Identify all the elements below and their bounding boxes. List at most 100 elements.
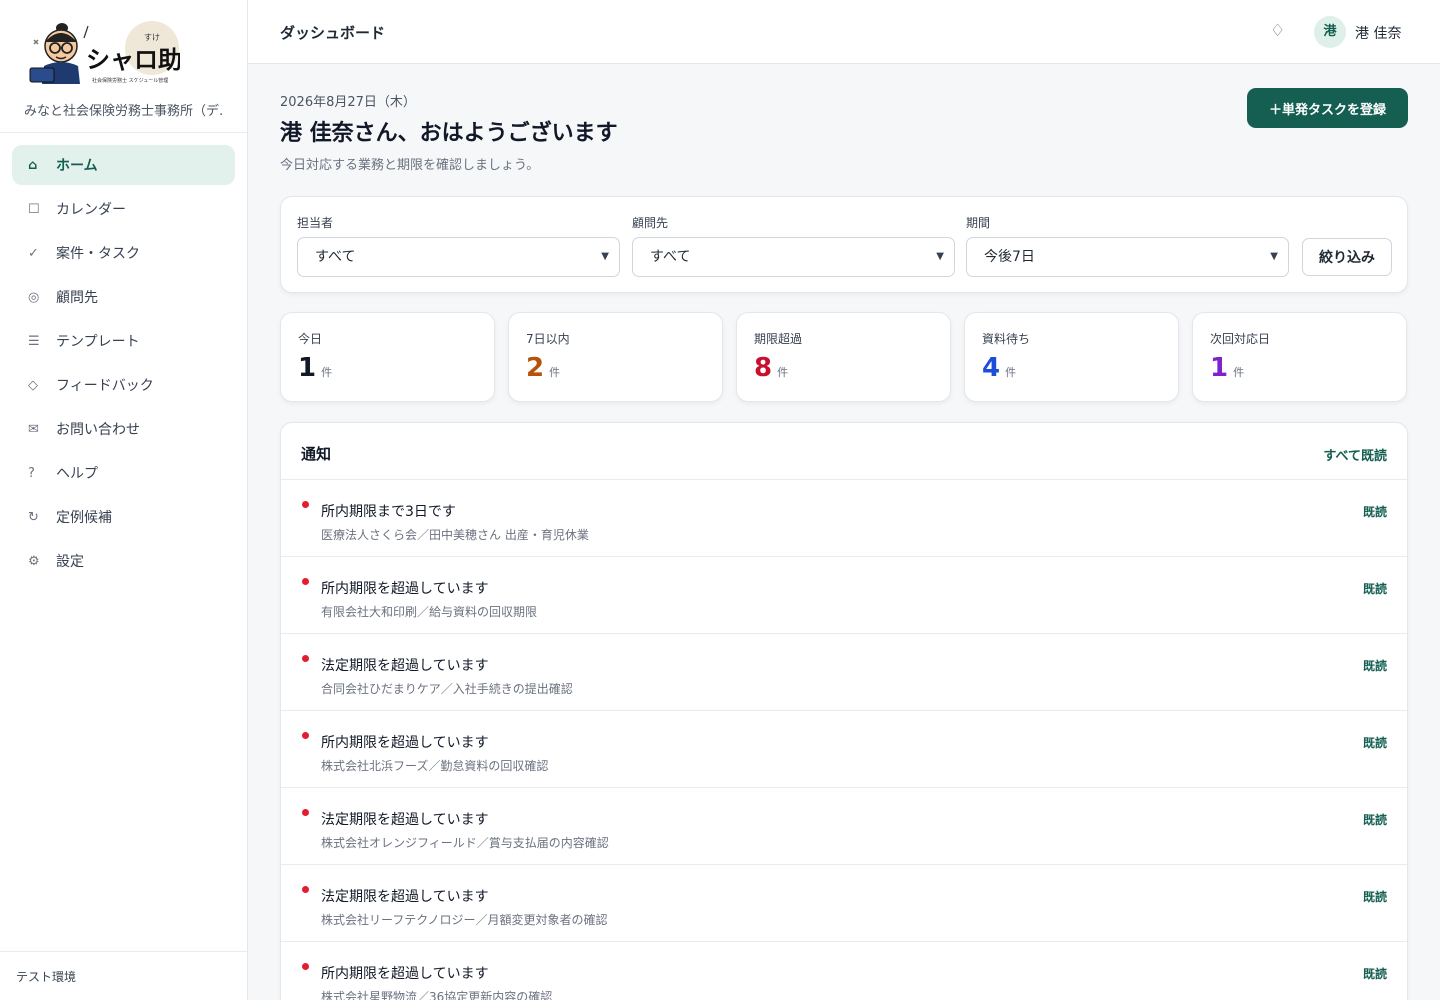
notification-item[interactable]: 法定期限を超過しています 株式会社リーフテクノロジー／月額変更対象者の確認 既読 <box>281 865 1407 942</box>
notifications-title: 通知 <box>301 445 332 463</box>
notification-title: 所内期限を超過しています <box>321 735 489 751</box>
notification-title: 法定期限を超過しています <box>321 658 489 674</box>
stat-label: 資料待ち <box>982 332 1031 346</box>
sidebar-item-label: 定例候補 <box>56 510 112 526</box>
notification-detail: 株式会社北浜フーズ／勤怠資料の回収確認 <box>321 759 549 773</box>
add-task-button[interactable]: ＋単発タスクを登録 <box>1247 88 1408 128</box>
assignee-value: すべて <box>315 249 356 265</box>
notification-detail: 株式会社リーフテクノロジー／月額変更対象者の確認 <box>321 913 608 927</box>
template-icon: ☰ <box>28 333 40 349</box>
sidebar-item-templates[interactable]: ☰ テンプレート <box>12 321 235 361</box>
avatar[interactable]: 港 <box>1314 16 1346 48</box>
mark-read-button[interactable]: 既読 <box>1363 811 1387 828</box>
notification-title: 法定期限を超過しています <box>321 889 489 905</box>
office-name: みなと社会保険労務士事務所（デ… <box>24 104 224 119</box>
stat-value: 8 <box>754 353 773 383</box>
assignee-select[interactable]: すべて ▼ <box>297 237 620 277</box>
mark-read-button[interactable]: 既読 <box>1363 580 1387 597</box>
mark-read-button[interactable]: 既読 <box>1363 965 1387 982</box>
sidebar-item-label: カレンダー <box>56 202 126 218</box>
recurring-icon: ↻ <box>28 509 39 525</box>
mark-all-read-button[interactable]: すべて既読 <box>1323 445 1387 464</box>
sidebar-item-label: 設定 <box>56 554 84 570</box>
sidebar-item-home[interactable]: ⌂ ホーム <box>12 145 235 185</box>
topbar: ダッシュボード ♢ 港 港 佳奈 <box>248 0 1440 64</box>
period-value: 今後7日 <box>984 249 1035 265</box>
unread-dot-icon <box>302 655 309 662</box>
notification-detail: 合同会社ひだまりケア／入社手続きの提出確認 <box>321 682 573 696</box>
mark-read-button[interactable]: 既読 <box>1363 734 1387 751</box>
notifications-panel: 通知 すべて既読 所内期限まで3日です 医療法人さくら会／田中美穂さん 出産・育… <box>280 422 1408 1000</box>
unread-dot-icon <box>302 578 309 585</box>
sidebar-item-feedback[interactable]: ◇ フィードバック <box>12 365 235 405</box>
calendar-icon: ☐ <box>28 201 40 217</box>
client-icon: ◎ <box>28 289 40 305</box>
notification-bell-icon[interactable]: ♢ <box>1270 21 1285 41</box>
sidebar-item-recurring[interactable]: ↻ 定例候補 <box>12 497 235 537</box>
mark-read-button[interactable]: 既読 <box>1363 888 1387 905</box>
unread-dot-icon <box>302 886 309 893</box>
sidebar: シャロ助 すけ 社会保険労務士 スケジュール管理 みなと社会保険労務士事務所（デ… <box>0 0 248 1000</box>
mark-read-button[interactable]: 既読 <box>1363 503 1387 520</box>
sidebar-item-settings[interactable]: ⚙ 設定 <box>12 541 235 581</box>
unread-dot-icon <box>302 501 309 508</box>
page-title: ダッシュボード <box>280 24 386 42</box>
stat-label: 今日 <box>298 332 323 346</box>
feedback-icon: ◇ <box>28 377 38 393</box>
sidebar-item-tasks[interactable]: ✓ 案件・タスク <box>12 233 235 273</box>
notification-item[interactable]: 法定期限を超過しています 合同会社ひだまりケア／入社手続きの提出確認 既読 <box>281 634 1407 711</box>
stat-value: 2 <box>526 353 545 383</box>
mail-icon: ✉ <box>28 421 39 437</box>
chevron-down-icon: ▼ <box>1270 251 1278 262</box>
sidebar-item-calendar[interactable]: ☐ カレンダー <box>12 189 235 229</box>
stats-row: 今日 1件 7日以内 2件 期限超過 8件 資料待ち 4件 次回対応日 1件 <box>280 312 1408 402</box>
mark-read-button[interactable]: 既読 <box>1363 657 1387 674</box>
chevron-down-icon: ▼ <box>601 251 609 262</box>
notification-title: 所内期限を超過しています <box>321 966 489 982</box>
svg-text:社会保険労務士 スケジュール管理: 社会保険労務士 スケジュール管理 <box>92 77 168 84</box>
sidebar-item-label: フィードバック <box>56 378 154 394</box>
sidebar-item-label: 顧問先 <box>56 290 98 306</box>
svg-text:すけ: すけ <box>144 33 160 42</box>
notification-item[interactable]: 所内期限を超過しています 株式会社北浜フーズ／勤怠資料の回収確認 既読 <box>281 711 1407 788</box>
app-logo[interactable]: シャロ助 すけ 社会保険労務士 スケジュール管理 <box>24 18 182 88</box>
sidebar-item-help[interactable]: ? ヘルプ <box>12 453 235 493</box>
sidebar-item-clients[interactable]: ◎ 顧問先 <box>12 277 235 317</box>
home-icon: ⌂ <box>28 157 38 173</box>
sidebar-item-label: ホーム <box>56 158 98 174</box>
client-select[interactable]: すべて ▼ <box>632 237 955 277</box>
stat-label: 期限超過 <box>754 332 803 346</box>
filter-button[interactable]: 絞り込み <box>1302 238 1392 276</box>
notification-detail: 医療法人さくら会／田中美穂さん 出産・育児休業 <box>321 528 589 542</box>
client-value: すべて <box>650 249 691 265</box>
stat-label: 次回対応日 <box>1210 332 1271 346</box>
sidebar-item-label: 案件・タスク <box>56 246 140 262</box>
user-name[interactable]: 港 佳奈 <box>1355 23 1401 43</box>
notification-detail: 有限会社大和印刷／給与資料の回収期限 <box>321 605 538 619</box>
stat-unit: 件 <box>321 366 333 379</box>
stat-unit: 件 <box>1233 366 1245 379</box>
period-filter: 期間 今後7日 ▼ <box>966 214 1289 277</box>
sidebar-item-contact[interactable]: ✉ お問い合わせ <box>12 409 235 449</box>
notification-item[interactable]: 所内期限を超過しています 有限会社大和印刷／給与資料の回収期限 既読 <box>281 557 1407 634</box>
period-select[interactable]: 今後7日 ▼ <box>966 237 1289 277</box>
stat-card-next-action[interactable]: 次回対応日 1件 <box>1192 312 1407 402</box>
notification-detail: 株式会社星野物流／36協定更新内容の確認 <box>321 990 553 1000</box>
stat-unit: 件 <box>1005 366 1017 379</box>
stat-card-awaiting-documents[interactable]: 資料待ち 4件 <box>964 312 1179 402</box>
notification-item[interactable]: 所内期限まで3日です 医療法人さくら会／田中美穂さん 出産・育児休業 既読 <box>281 480 1407 557</box>
notification-item[interactable]: 法定期限を超過しています 株式会社オレンジフィールド／賞与支払届の内容確認 既読 <box>281 788 1407 865</box>
notification-item[interactable]: 所内期限を超過しています 株式会社星野物流／36協定更新内容の確認 既読 <box>281 942 1407 1000</box>
stat-card-today[interactable]: 今日 1件 <box>280 312 495 402</box>
client-filter: 顧問先 すべて ▼ <box>632 214 955 277</box>
greeting-title: 港 佳奈さん、おはようございます <box>280 121 618 146</box>
stat-value: 1 <box>298 353 317 383</box>
stat-card-overdue[interactable]: 期限超過 8件 <box>736 312 951 402</box>
stat-unit: 件 <box>777 366 789 379</box>
notification-title: 所内期限まで3日です <box>321 504 456 520</box>
stat-card-within-7-days[interactable]: 7日以内 2件 <box>508 312 723 402</box>
sidebar-item-label: テンプレート <box>56 334 140 350</box>
filter-panel: 担当者 すべて ▼ 顧問先 すべて ▼ 期間 今後7日 ▼ 絞り込み <box>280 196 1408 293</box>
svg-text:シャロ助: シャロ助 <box>86 46 180 74</box>
stat-label: 7日以内 <box>526 332 570 346</box>
